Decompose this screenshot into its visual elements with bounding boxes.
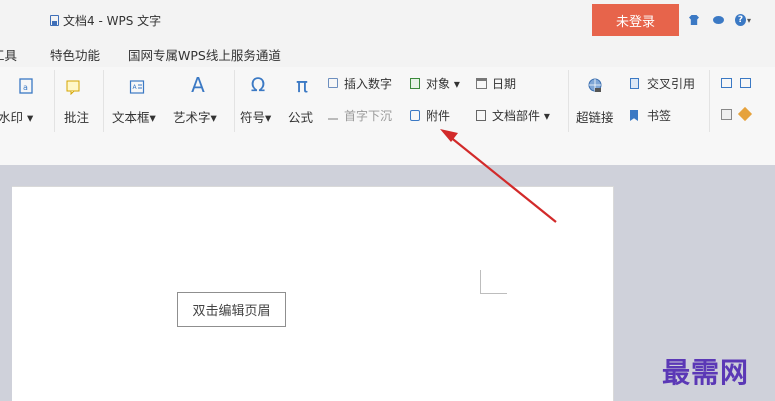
- dropcap-icon: [328, 111, 338, 120]
- header-edit-tooltip[interactable]: 双击编辑页眉: [177, 292, 286, 327]
- ribbon-separator: [103, 70, 104, 132]
- arttext-button[interactable]: 艺术字▾: [173, 107, 217, 126]
- cross-ref-icon: [630, 78, 639, 89]
- window-title: 文档4 - WPS 文字: [50, 12, 161, 29]
- menu-state-grid-service[interactable]: 国网专属WPS线上服务通道: [128, 45, 281, 64]
- wps-document-icon: [50, 15, 59, 26]
- ribbon-separator: [234, 70, 235, 132]
- watermark-icon[interactable]: a: [18, 77, 34, 95]
- ribbon-separator: [568, 70, 569, 132]
- cross-ref-label[interactable]: 交叉引用: [647, 75, 695, 92]
- symbol-button[interactable]: 符号▾: [240, 107, 271, 126]
- menu-bar: 工具 特色功能 国网专属WPS线上服务通道: [0, 40, 775, 67]
- attachment-icon: [410, 110, 420, 121]
- menu-special-features[interactable]: 特色功能: [50, 45, 100, 64]
- checkbox-icon[interactable]: [740, 78, 751, 88]
- title-bar: 文档4 - WPS 文字 未登录: [0, 0, 775, 40]
- textbox-label: 文本框: [112, 110, 150, 125]
- help-icon[interactable]: [735, 12, 751, 28]
- calendar-icon: [476, 78, 487, 89]
- doc-parts-label: 文档部件: [492, 109, 541, 123]
- login-button[interactable]: 未登录: [592, 4, 679, 36]
- arttext-icon[interactable]: A: [188, 73, 208, 97]
- ribbon-separator: [709, 70, 710, 132]
- arttext-label: 艺术字: [173, 110, 211, 125]
- watermark-label: 水印: [0, 110, 24, 125]
- comment-icon[interactable]: [64, 78, 82, 96]
- insert-number-icon: [328, 78, 338, 88]
- textbox-button[interactable]: 文本框▾: [112, 107, 156, 126]
- doc-parts-button[interactable]: 文档部件 ▾: [492, 107, 550, 124]
- pi-icon[interactable]: π: [292, 73, 312, 97]
- hyperlink-label[interactable]: 超链接: [576, 107, 614, 126]
- omega-icon[interactable]: Ω: [248, 74, 268, 96]
- symbol-label: 符号: [240, 110, 266, 125]
- field-icon[interactable]: [721, 78, 732, 88]
- doc-parts-icon: [476, 110, 486, 121]
- form-icon[interactable]: [721, 109, 732, 120]
- object-button[interactable]: 对象 ▾: [426, 75, 460, 92]
- formula-label[interactable]: 公式: [288, 107, 313, 126]
- bookmark-label[interactable]: 书签: [647, 107, 671, 124]
- svg-text:a: a: [23, 83, 28, 92]
- feedback-icon[interactable]: [711, 12, 725, 28]
- object-label: 对象: [426, 77, 451, 91]
- date-label[interactable]: 日期: [492, 75, 516, 92]
- watermark-button[interactable]: 水印 ▾: [0, 107, 33, 126]
- skin-icon[interactable]: [688, 12, 700, 28]
- insert-number-label[interactable]: 插入数字: [344, 75, 392, 92]
- textbox-icon[interactable]: A: [128, 78, 146, 96]
- comment-label[interactable]: 批注: [64, 107, 89, 126]
- document-title: 文档4 - WPS 文字: [63, 14, 162, 28]
- ribbon-separator: [54, 70, 55, 132]
- svg-text:A: A: [133, 84, 138, 91]
- attachment-label[interactable]: 附件: [426, 107, 450, 124]
- menu-tools[interactable]: 工具: [0, 45, 17, 64]
- page-margin-marker: [480, 270, 507, 294]
- site-watermark: 最需网: [662, 356, 750, 389]
- object-icon: [410, 78, 420, 89]
- globe-icon[interactable]: [586, 76, 604, 96]
- dropcap-label: 首字下沉: [344, 109, 393, 123]
- document-page[interactable]: [12, 186, 614, 401]
